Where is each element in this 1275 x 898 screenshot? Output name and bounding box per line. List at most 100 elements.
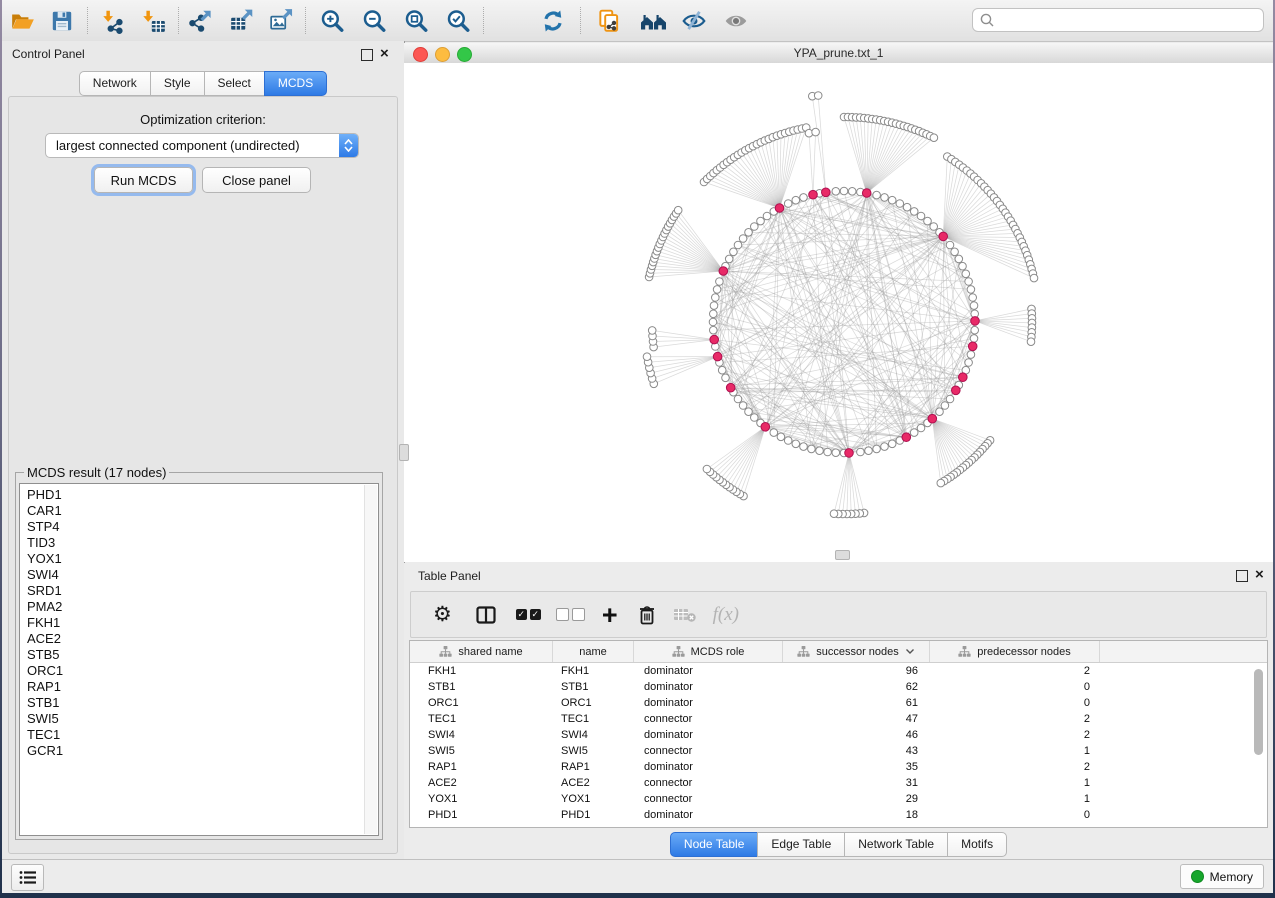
hide-selected-icon[interactable] xyxy=(677,4,711,38)
mcds-result-item[interactable]: STB5 xyxy=(27,647,378,663)
network-node[interactable] xyxy=(946,395,954,403)
mcds-result-item[interactable]: SWI4 xyxy=(27,567,378,583)
mcds-result-listbox[interactable]: PHD1CAR1STP4TID3YOX1SWI4SRD1PMA2FKH1ACE2… xyxy=(19,483,379,836)
mcds-hub-node[interactable] xyxy=(710,335,719,344)
mcds-result-item[interactable]: RAP1 xyxy=(27,679,378,695)
horizontal-splitter-handle[interactable] xyxy=(835,550,850,560)
network-node[interactable] xyxy=(648,327,656,335)
network-node[interactable] xyxy=(709,318,717,326)
zoom-fit-icon[interactable] xyxy=(399,4,433,38)
network-node[interactable] xyxy=(712,294,720,302)
split-columns-icon[interactable] xyxy=(476,598,496,632)
tab-select[interactable]: Select xyxy=(204,71,265,96)
float-table-panel-icon[interactable] xyxy=(1236,570,1248,582)
mcds-hub-node[interactable] xyxy=(726,383,735,392)
network-node[interactable] xyxy=(848,188,856,196)
network-node[interactable] xyxy=(937,479,945,487)
table-row[interactable]: ACE2ACE2connector311 xyxy=(410,775,1267,791)
network-node[interactable] xyxy=(930,134,938,142)
open-file-icon[interactable] xyxy=(6,4,40,38)
column-header-predecessor-nodes[interactable]: predecessor nodes xyxy=(930,641,1100,662)
criterion-select[interactable]: largest connected component (undirected) xyxy=(45,133,359,158)
network-node[interactable] xyxy=(725,255,733,263)
network-node[interactable] xyxy=(959,262,967,270)
mcds-result-item[interactable]: TID3 xyxy=(27,535,378,551)
network-node[interactable] xyxy=(751,223,759,231)
network-node[interactable] xyxy=(873,445,881,453)
zoom-selected-icon[interactable] xyxy=(441,4,475,38)
network-node[interactable] xyxy=(792,440,800,448)
network-node[interactable] xyxy=(792,196,800,204)
table-row[interactable]: PHD1PHD1dominator180 xyxy=(410,807,1267,823)
network-graph[interactable] xyxy=(404,63,1273,562)
network-node[interactable] xyxy=(1030,274,1038,282)
tab-mcds[interactable]: MCDS xyxy=(264,71,327,96)
network-node[interactable] xyxy=(896,200,904,208)
network-node[interactable] xyxy=(784,437,792,445)
network-node[interactable] xyxy=(865,447,873,455)
table-tab-motifs[interactable]: Motifs xyxy=(947,832,1007,857)
mcds-result-item[interactable]: GCR1 xyxy=(27,743,378,759)
network-node[interactable] xyxy=(941,402,949,410)
table-tab-edge-table[interactable]: Edge Table xyxy=(757,832,845,857)
mcds-result-item[interactable]: PHD1 xyxy=(27,487,378,503)
mcds-hub-node[interactable] xyxy=(968,342,977,351)
mcds-result-item[interactable]: CAR1 xyxy=(27,503,378,519)
network-node[interactable] xyxy=(970,335,978,343)
network-node[interactable] xyxy=(816,447,824,455)
tab-network[interactable]: Network xyxy=(79,71,151,96)
show-all-networks-icon[interactable] xyxy=(637,4,671,38)
close-panel-icon[interactable]: × xyxy=(380,49,389,59)
network-node[interactable] xyxy=(1027,338,1035,346)
network-node[interactable] xyxy=(967,351,975,359)
memory-button[interactable]: Memory xyxy=(1180,864,1264,889)
mcds-hub-node[interactable] xyxy=(952,386,961,395)
mcds-result-item[interactable]: SRD1 xyxy=(27,583,378,599)
tab-style[interactable]: Style xyxy=(150,71,205,96)
mcds-hub-node[interactable] xyxy=(971,317,980,326)
table-row[interactable]: SWI4SWI4dominator462 xyxy=(410,727,1267,743)
network-node[interactable] xyxy=(910,429,918,437)
mcds-hub-node[interactable] xyxy=(719,267,728,276)
close-panel-button[interactable]: Close panel xyxy=(202,167,311,193)
zoom-in-icon[interactable] xyxy=(315,4,349,38)
network-node[interactable] xyxy=(710,310,718,318)
table-row[interactable]: TEC1TEC1connector472 xyxy=(410,711,1267,727)
network-node[interactable] xyxy=(808,445,816,453)
mcds-result-item[interactable]: PMA2 xyxy=(27,599,378,615)
network-node[interactable] xyxy=(832,449,840,457)
network-node[interactable] xyxy=(824,448,832,456)
select-all-columns-icon[interactable]: ✓✓ xyxy=(516,598,541,632)
network-node[interactable] xyxy=(832,188,840,196)
zoom-out-icon[interactable] xyxy=(357,4,391,38)
mcds-result-item[interactable]: TEC1 xyxy=(27,727,378,743)
table-row[interactable]: STB1STB1dominator620 xyxy=(410,679,1267,695)
float-panel-icon[interactable] xyxy=(361,49,373,61)
mcds-hub-node[interactable] xyxy=(809,190,818,199)
network-node[interactable] xyxy=(967,286,975,294)
mcds-hub-node[interactable] xyxy=(822,188,831,197)
mcds-hub-node[interactable] xyxy=(928,414,937,423)
network-node[interactable] xyxy=(881,194,889,202)
network-node[interactable] xyxy=(951,248,959,256)
network-node[interactable] xyxy=(971,326,979,334)
show-selected-icon[interactable] xyxy=(719,4,753,38)
mcds-result-item[interactable]: ORC1 xyxy=(27,663,378,679)
network-node[interactable] xyxy=(946,241,954,249)
network-node[interactable] xyxy=(930,223,938,231)
network-node[interactable] xyxy=(888,196,896,204)
mcds-hub-node[interactable] xyxy=(959,373,968,382)
network-node[interactable] xyxy=(814,92,822,100)
mcds-hub-node[interactable] xyxy=(902,433,911,442)
network-node[interactable] xyxy=(722,374,730,382)
network-node[interactable] xyxy=(840,187,848,195)
network-node[interactable] xyxy=(936,408,944,416)
clone-network-icon[interactable] xyxy=(592,4,626,38)
mcds-hub-node[interactable] xyxy=(939,232,948,241)
table-tab-network-table[interactable]: Network Table xyxy=(844,832,948,857)
network-node[interactable] xyxy=(812,128,820,136)
table-row[interactable]: RAP1RAP1dominator352 xyxy=(410,759,1267,775)
network-node[interactable] xyxy=(777,433,785,441)
network-node[interactable] xyxy=(965,359,973,367)
run-mcds-button[interactable]: Run MCDS xyxy=(94,167,193,193)
